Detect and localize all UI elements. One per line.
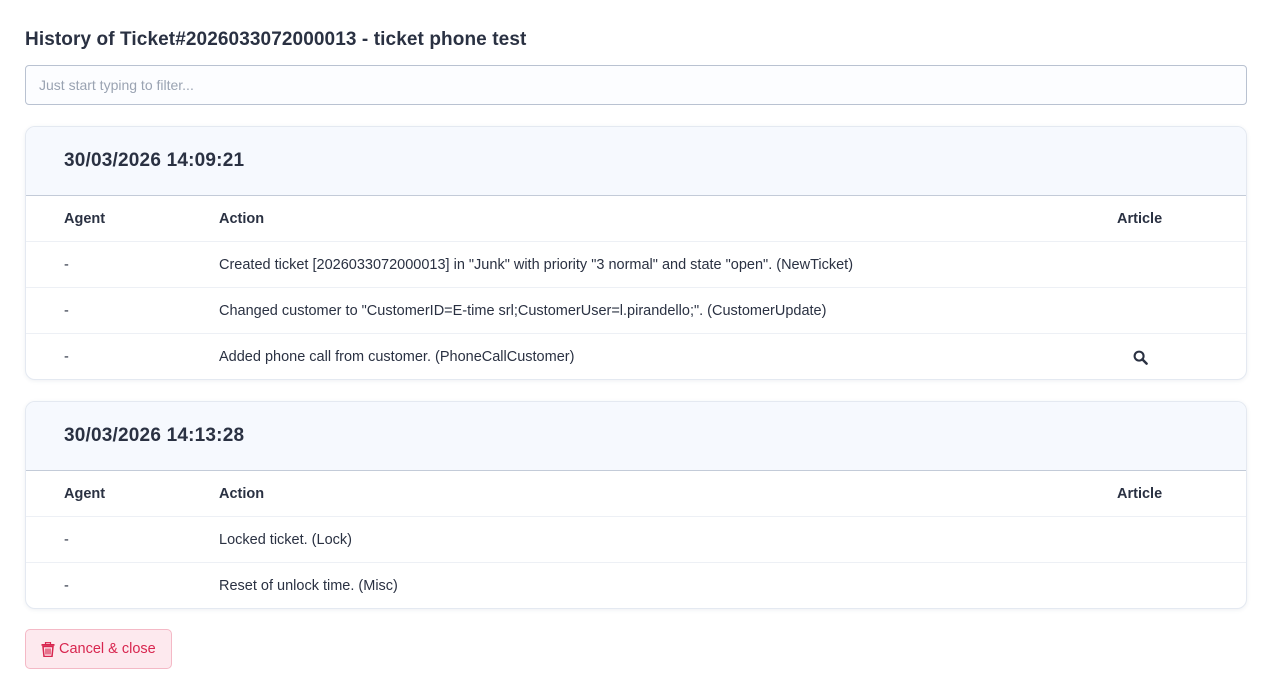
row-agent: - <box>64 303 69 319</box>
ticket-history-page: History of Ticket#2026033072000013 - tic… <box>0 0 1272 674</box>
column-header-agent: Agent <box>64 486 106 502</box>
page-title: History of Ticket#2026033072000013 - tic… <box>25 29 527 50</box>
cancel-close-button[interactable]: Cancel & close <box>25 629 172 669</box>
table-row: - Locked ticket. (Lock) <box>26 517 1246 563</box>
trash-icon <box>41 641 55 657</box>
row-agent: - <box>64 257 69 273</box>
column-header-article: Article <box>1117 486 1163 502</box>
table-header-row: Agent Action Article <box>26 196 1246 242</box>
column-header-article: Article <box>1117 211 1163 227</box>
table-header-row: Agent Action Article <box>26 471 1246 517</box>
column-header-action: Action <box>219 211 265 227</box>
filter-input[interactable] <box>25 65 1247 105</box>
row-action: Changed customer to "CustomerID=E-time s… <box>219 303 827 319</box>
search-icon[interactable] <box>1133 350 1148 365</box>
column-header-action: Action <box>219 486 265 502</box>
group-timestamp: 30/03/2026 14:09:21 <box>26 127 1246 196</box>
row-action: Locked ticket. (Lock) <box>219 532 352 548</box>
row-agent: - <box>64 349 69 365</box>
row-action: Added phone call from customer. (PhoneCa… <box>219 349 575 365</box>
row-agent: - <box>64 578 69 594</box>
column-header-agent: Agent <box>64 211 106 227</box>
table-row: - Changed customer to "CustomerID=E-time… <box>26 288 1246 334</box>
table-row: - Created ticket [2026033072000013] in "… <box>26 242 1246 288</box>
row-action: Created ticket [2026033072000013] in "Ju… <box>219 257 854 273</box>
table-row: - Reset of unlock time. (Misc) <box>26 563 1246 608</box>
cancel-close-label: Cancel & close <box>59 641 156 657</box>
row-agent: - <box>64 532 69 548</box>
group-timestamp: 30/03/2026 14:13:28 <box>26 402 1246 471</box>
history-group: 30/03/2026 14:09:21 Agent Action Article… <box>25 126 1247 380</box>
row-action: Reset of unlock time. (Misc) <box>219 578 398 594</box>
table-row: - Added phone call from customer. (Phone… <box>26 334 1246 379</box>
history-group: 30/03/2026 14:13:28 Agent Action Article… <box>25 401 1247 609</box>
